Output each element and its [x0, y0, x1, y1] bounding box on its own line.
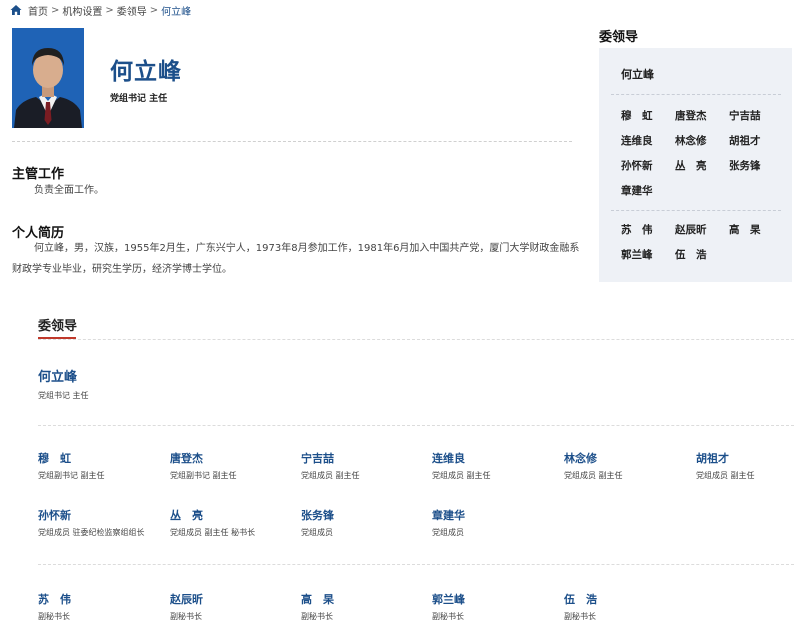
sidebar-item-lead[interactable]: 何立峰: [621, 66, 654, 82]
leader-title: 党组成员 副主任: [564, 471, 623, 480]
leader-card: 张务锋 党组成员: [301, 507, 431, 539]
leader-title: 党组成员: [432, 528, 464, 537]
sidebar-item[interactable]: 郭兰峰: [621, 243, 675, 268]
leader-card: 郭兰峰 副秘书长: [432, 591, 562, 623]
person-name: 何立峰: [110, 59, 182, 85]
leader-card: 宁吉喆 党组成员 副主任: [301, 450, 431, 482]
portrait-photo: [12, 28, 84, 128]
leaders-title: 委领导: [38, 319, 78, 334]
divider: [12, 141, 572, 142]
breadcrumb-separator: >: [105, 4, 114, 16]
sidebar-item[interactable]: 连维良: [621, 129, 675, 154]
leader-name[interactable]: 苏 伟: [38, 591, 168, 609]
sidebar-item[interactable]: 丛 亮: [675, 154, 729, 179]
leader-title: 党组成员 副主任 秘书长: [170, 528, 256, 537]
sidebar-item[interactable]: 宁吉喆: [729, 104, 783, 129]
leader-title-lead: 党组书记 主任: [38, 391, 89, 400]
leader-name[interactable]: 胡祖才: [696, 450, 796, 468]
sidebar-item[interactable]: 高 杲: [729, 218, 783, 243]
breadcrumb-org[interactable]: 机构设置: [62, 3, 102, 18]
leader-name[interactable]: 穆 虹: [38, 450, 168, 468]
leader-name[interactable]: 林念修: [564, 450, 694, 468]
leader-name[interactable]: 赵辰昕: [170, 591, 300, 609]
leader-card: 胡祖才 党组成员 副主任: [696, 450, 796, 482]
profile-page: 首页 > 机构设置 > 委领导 > 何立峰 何立峰 党组书记 主任 主管工作 负…: [0, 0, 800, 285]
sidebar-item[interactable]: 唐登杰: [675, 104, 729, 129]
leader-card: 高 杲 副秘书长: [301, 591, 431, 623]
divider: [38, 564, 794, 565]
leader-title: 副秘书长: [38, 612, 70, 621]
breadcrumb: 首页 > 机构设置 > 委领导 > 何立峰: [10, 2, 191, 18]
leader-name[interactable]: 孙怀新: [38, 507, 168, 525]
sidebar-title: 委领导: [599, 30, 639, 45]
leader-title: 党组成员 驻委纪检监察组组长: [38, 528, 145, 537]
leader-title: 党组成员 副主任: [432, 471, 491, 480]
leader-name[interactable]: 高 杲: [301, 591, 431, 609]
sidebar-item[interactable]: 赵辰昕: [675, 218, 729, 243]
sidebar-item[interactable]: 张务锋: [729, 154, 783, 179]
leader-title: 党组副书记 副主任: [170, 471, 237, 480]
leader-name[interactable]: 章建华: [432, 507, 562, 525]
person-title: 党组书记 主任: [110, 94, 168, 104]
sidebar-item[interactable]: 胡祖才: [729, 129, 783, 154]
leader-name[interactable]: 郭兰峰: [432, 591, 562, 609]
leader-card: 赵辰昕 副秘书长: [170, 591, 300, 623]
leader-card: 章建华 党组成员: [432, 507, 562, 539]
breadcrumb-separator: >: [51, 4, 60, 16]
leader-name[interactable]: 伍 浩: [564, 591, 694, 609]
leader-card: 穆 虹 党组副书记 副主任: [38, 450, 168, 482]
leader-name[interactable]: 宁吉喆: [301, 450, 431, 468]
leader-name[interactable]: 连维良: [432, 450, 562, 468]
leader-name-lead[interactable]: 何立峰: [38, 366, 77, 385]
breadcrumb-separator: >: [149, 4, 159, 16]
leader-title: 党组副书记 副主任: [38, 471, 105, 480]
leader-card: 伍 浩 副秘书长: [564, 591, 694, 623]
section-text-resume: 何立峰，男，汉族，1955年2月生，广东兴宁人，1973年8月参加工作，1981…: [12, 243, 580, 275]
leader-card: 唐登杰 党组副书记 副主任: [170, 450, 300, 482]
leader-title: 党组成员 副主任: [696, 471, 755, 480]
home-icon[interactable]: [10, 4, 22, 16]
sidebar-item[interactable]: 孙怀新: [621, 154, 675, 179]
divider: [38, 425, 794, 426]
sidebar-group-1: 穆 虹 唐登杰 宁吉喆 连维良 林念修 胡祖才 孙怀新 丛 亮 张务锋 章建华: [621, 104, 783, 204]
leader-card: 苏 伟 副秘书长: [38, 591, 168, 623]
sidebar-item[interactable]: 伍 浩: [675, 243, 729, 268]
leader-title: 副秘书长: [432, 612, 464, 621]
sidebar-item[interactable]: 苏 伟: [621, 218, 675, 243]
leader-card: 连维良 党组成员 副主任: [432, 450, 562, 482]
divider: [611, 210, 781, 211]
leader-title: 党组成员 副主任: [301, 471, 360, 480]
leaders-page: 委领导 何立峰 党组书记 主任 穆 虹 党组副书记 副主任 唐登杰 党组副书记 …: [0, 288, 800, 632]
leader-card: 孙怀新 党组成员 驻委纪检监察组组长: [38, 507, 168, 539]
leader-name[interactable]: 唐登杰: [170, 450, 300, 468]
sidebar-item[interactable]: 林念修: [675, 129, 729, 154]
section-text-responsibility: 负责全面工作。: [34, 185, 104, 196]
breadcrumb-home[interactable]: 首页: [28, 3, 48, 18]
sidebar-item[interactable]: 章建华: [621, 179, 675, 204]
leader-name[interactable]: 张务锋: [301, 507, 431, 525]
breadcrumb-current: 何立峰: [161, 6, 192, 18]
leader-name[interactable]: 丛 亮: [170, 507, 300, 525]
leader-title: 副秘书长: [564, 612, 596, 621]
leader-title: 副秘书长: [301, 612, 333, 621]
sidebar-leaders-panel: 何立峰 穆 虹 唐登杰 宁吉喆 连维良 林念修 胡祖才 孙怀新 丛 亮 张务锋 …: [599, 48, 792, 282]
divider: [611, 94, 781, 95]
leader-title: 党组成员: [301, 528, 333, 537]
leader-card: 丛 亮 党组成员 副主任 秘书长: [170, 507, 300, 539]
leader-card: 林念修 党组成员 副主任: [564, 450, 694, 482]
sidebar-group-2: 苏 伟 赵辰昕 高 杲 郭兰峰 伍 浩: [621, 218, 783, 268]
divider: [38, 339, 794, 340]
sidebar-item[interactable]: 穆 虹: [621, 104, 675, 129]
leader-title: 副秘书长: [170, 612, 202, 621]
breadcrumb-leaders[interactable]: 委领导: [117, 3, 147, 18]
